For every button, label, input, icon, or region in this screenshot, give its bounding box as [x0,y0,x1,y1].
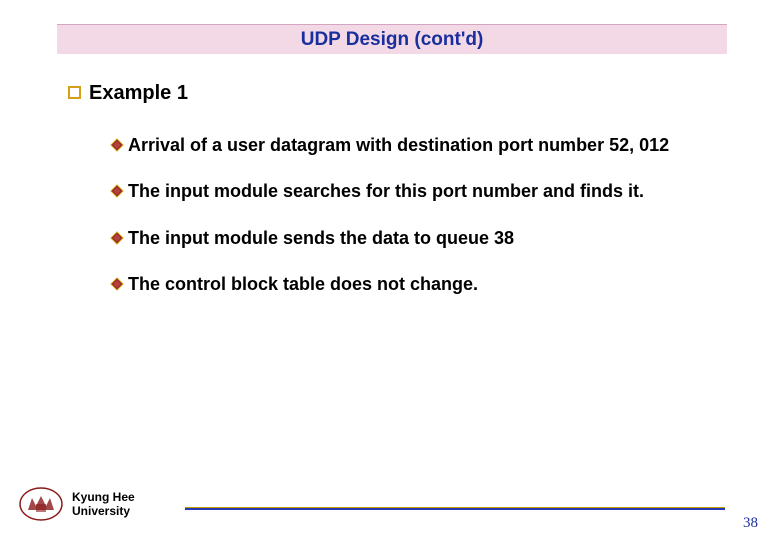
diamond-bullet-icon [110,184,124,198]
bullet-text: The control block table does not change. [128,272,478,296]
university-line2: University [72,504,135,518]
bullet-item: The control block table does not change. [110,272,728,296]
university-logo-icon [18,486,64,522]
page-number: 38 [743,515,758,532]
slide-footer: Kyung Hee University [18,482,762,526]
bullet-text: The input module sends the data to queue… [128,226,514,250]
university-line1: Kyung Hee [72,490,135,504]
slide-content: Example 1 Arrival of a user datagram wit… [68,82,728,318]
bullet-text: The input module searches for this port … [128,179,644,203]
bullet-item: The input module searches for this port … [110,179,728,203]
example-heading: Example 1 [89,82,188,105]
diamond-bullet-icon [110,231,124,245]
bullet-item: Arrival of a user datagram with destinat… [110,133,728,157]
square-bullet-icon [68,86,81,99]
diamond-bullet-icon [110,138,124,152]
diamond-bullet-icon [110,277,124,291]
slide-title: UDP Design (cont'd) [301,29,484,51]
heading-row: Example 1 [68,82,728,105]
bullet-text: Arrival of a user datagram with destinat… [128,133,669,157]
university-name: Kyung Hee University [72,490,135,519]
slide-title-bar: UDP Design (cont'd) [57,24,727,54]
bullet-item: The input module sends the data to queue… [110,226,728,250]
